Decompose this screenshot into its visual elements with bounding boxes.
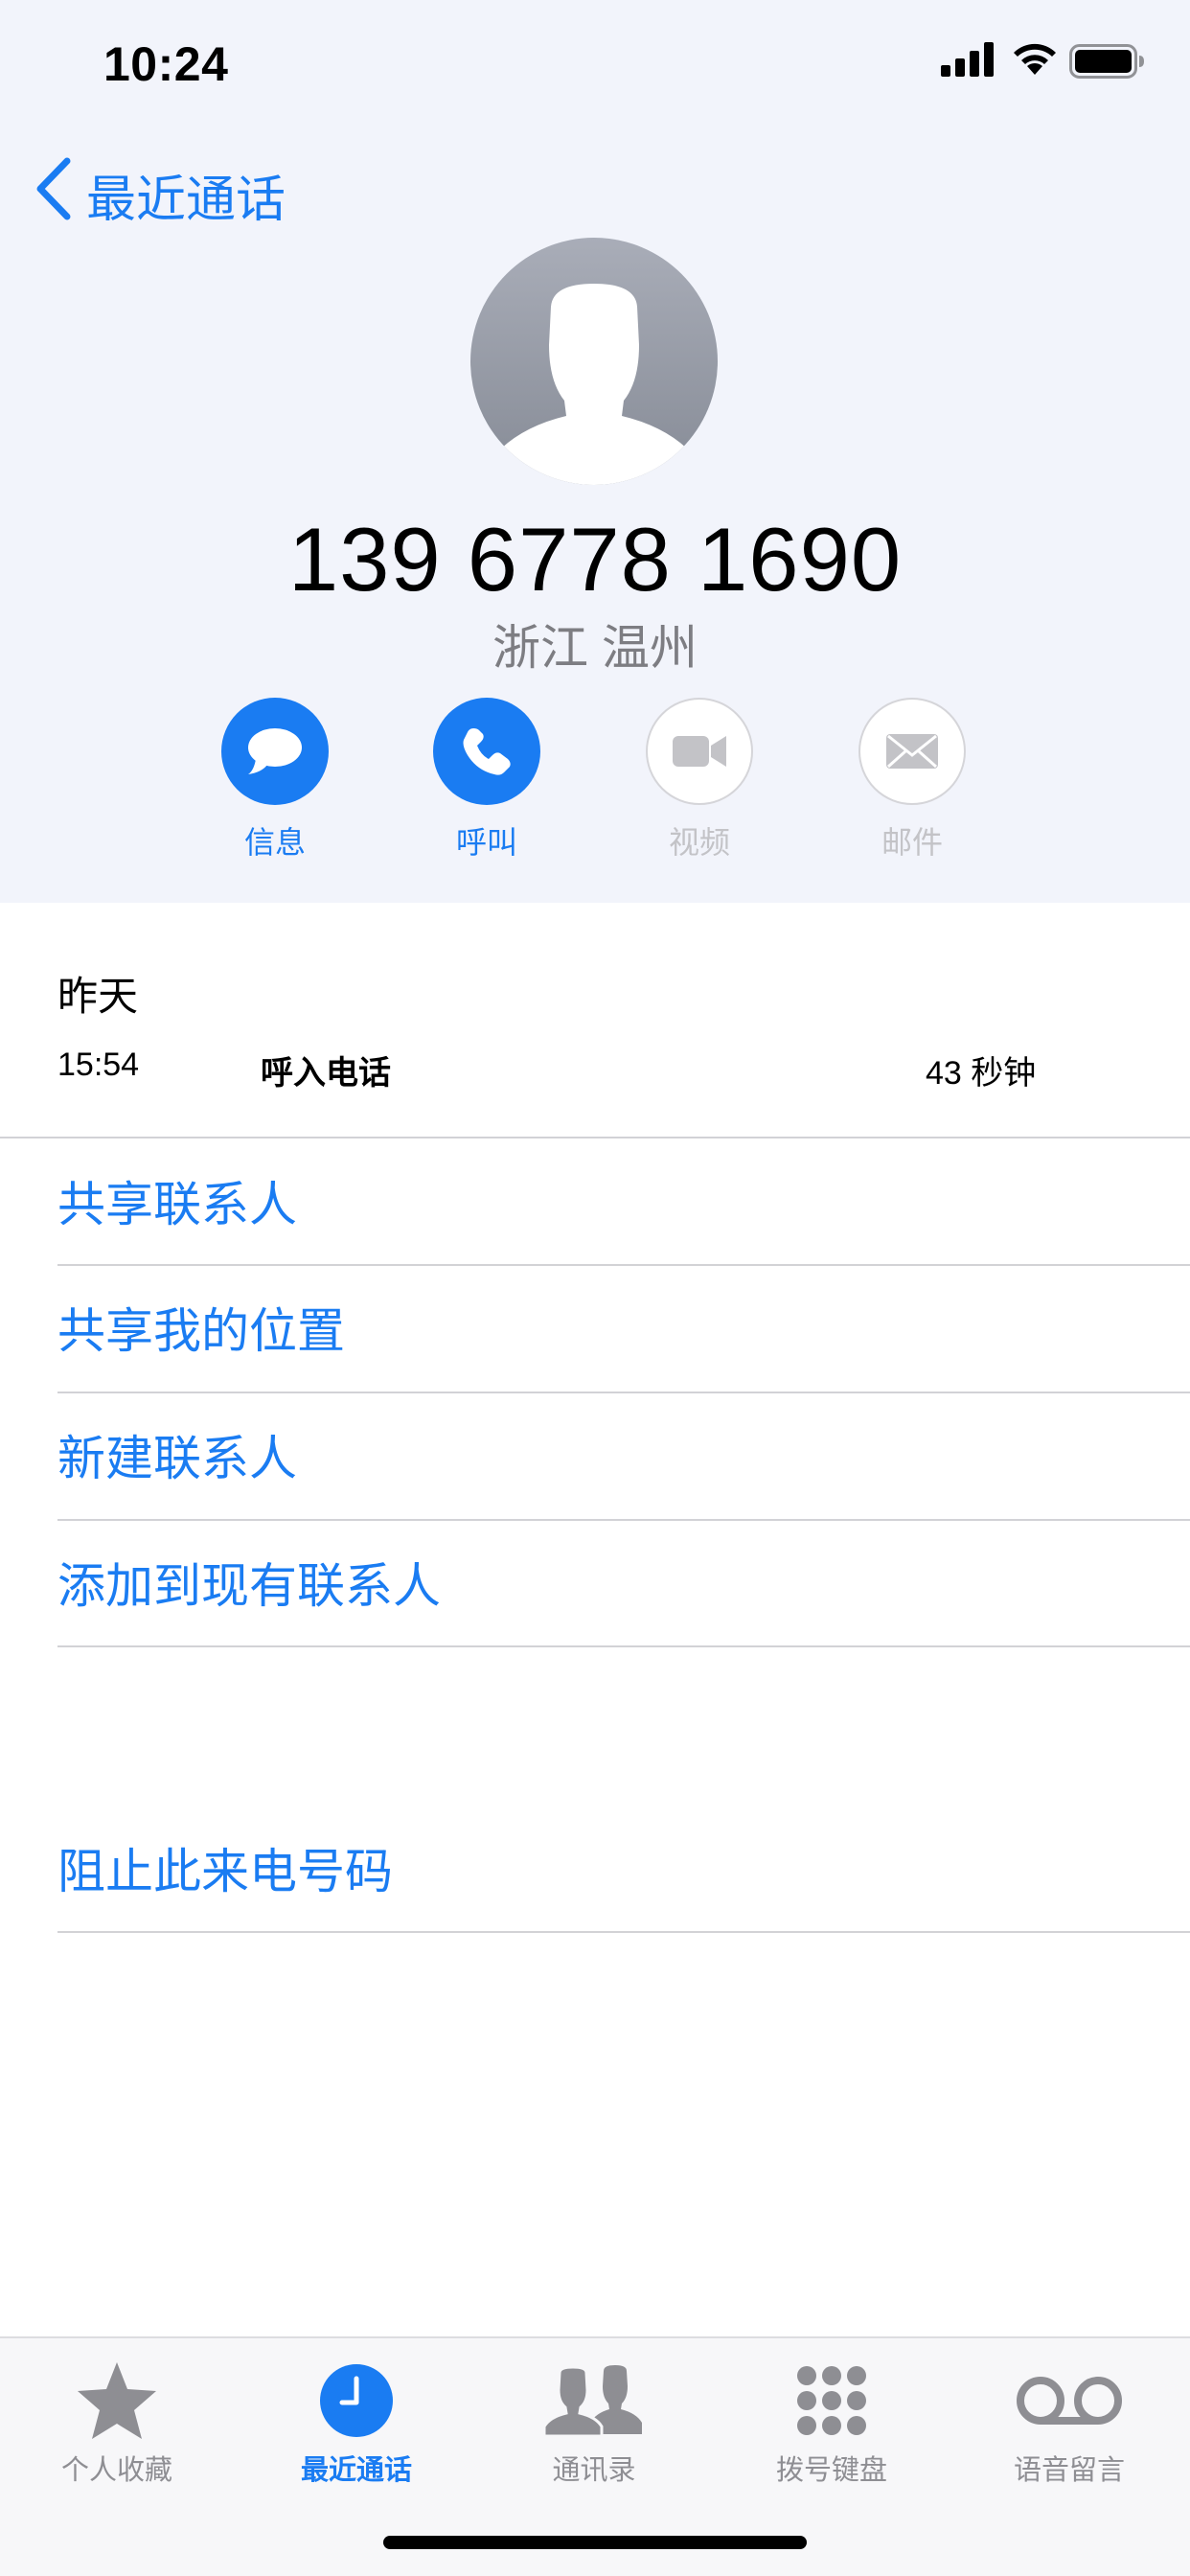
- block-caller-button[interactable]: 阻止此来电号码: [57, 1838, 393, 1905]
- tab-label: 最近通话: [300, 2455, 412, 2486]
- new-contact-button[interactable]: 新建联系人: [57, 1425, 297, 1492]
- share-contact-button[interactable]: 共享联系人: [57, 1171, 297, 1238]
- home-indicator[interactable]: [383, 2536, 807, 2549]
- status-time: 10:24: [103, 37, 229, 91]
- tab-label: 语音留言: [1013, 2455, 1125, 2486]
- cellular-signal-icon: [941, 42, 994, 77]
- call-duration: 43 秒钟: [926, 1055, 1037, 1092]
- phone-icon: [463, 728, 511, 775]
- mail-label: 邮件: [881, 825, 943, 860]
- battery-icon: [1069, 44, 1144, 79]
- tab-recents[interactable]: 最近通话: [261, 2358, 452, 2488]
- message-label: 信息: [243, 825, 306, 860]
- divider: [57, 1392, 1190, 1393]
- call-time: 15:54: [57, 1046, 140, 1083]
- tab-contacts[interactable]: 通讯录: [498, 2358, 690, 2488]
- keypad-icon: [797, 2366, 866, 2435]
- video-label: 视频: [668, 825, 730, 860]
- call-button[interactable]: [433, 698, 540, 805]
- video-button: [646, 698, 753, 805]
- divider: [57, 1264, 1190, 1266]
- call-action[interactable]: 呼叫: [400, 698, 573, 862]
- call-date: 昨天: [57, 974, 139, 1019]
- envelope-icon: [886, 734, 938, 769]
- video-camera-icon: [673, 736, 726, 767]
- call-type: 呼入电话: [261, 1055, 391, 1092]
- video-action: 视频: [613, 698, 786, 862]
- mail-button: [858, 698, 966, 805]
- tab-voicemail[interactable]: 语音留言: [973, 2358, 1165, 2488]
- caller-location: 浙江 温州: [492, 621, 698, 675]
- tab-favorites[interactable]: 个人收藏: [21, 2358, 213, 2488]
- mail-action: 邮件: [826, 698, 998, 862]
- back-label: 最近通话: [86, 172, 286, 228]
- voicemail-icon: [1017, 2377, 1122, 2425]
- add-to-existing-contact-button[interactable]: 添加到现有联系人: [57, 1552, 441, 1620]
- tab-label: 通讯录: [552, 2455, 636, 2486]
- message-button[interactable]: [221, 698, 329, 805]
- person-silhouette-icon: [501, 284, 687, 485]
- contacts-icon: [544, 2365, 642, 2436]
- star-icon: [78, 2362, 156, 2439]
- divider: [57, 1931, 1190, 1933]
- divider: [57, 1645, 1190, 1647]
- tab-label: 拨号键盘: [775, 2455, 887, 2486]
- contact-header: 10:24 最近通话 139 6778 1690 浙江 温州 信息 呼叫 视频 …: [0, 0, 1190, 903]
- phone-number: 139 6778 1690: [287, 509, 903, 610]
- wifi-icon: [1014, 43, 1056, 75]
- chevron-left-icon: [36, 157, 71, 220]
- avatar: [470, 238, 718, 485]
- tab-keypad[interactable]: 拨号键盘: [736, 2358, 927, 2488]
- message-action[interactable]: 信息: [189, 698, 361, 862]
- call-label: 呼叫: [455, 825, 517, 860]
- message-bubble-icon: [248, 728, 302, 774]
- divider: [57, 1519, 1190, 1521]
- status-bar: 10:24: [0, 0, 1190, 125]
- clock-icon: [320, 2364, 393, 2437]
- tab-label: 个人收藏: [60, 2455, 172, 2486]
- share-location-button[interactable]: 共享我的位置: [57, 1298, 345, 1365]
- divider: [0, 1137, 1190, 1138]
